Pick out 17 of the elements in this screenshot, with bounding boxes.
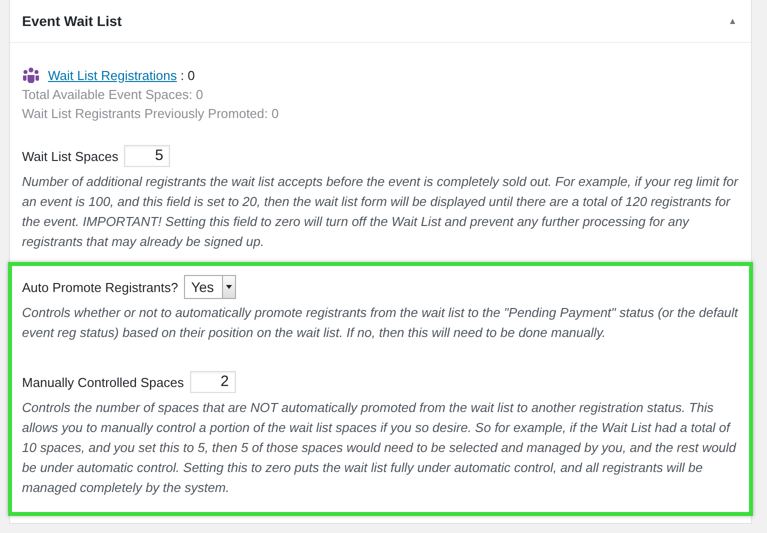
number-field[interactable]: 2: [190, 371, 236, 393]
field-description: Controls the number of spaces that are NOT automatically promoted from the wait list to another registration status. This allows you to manually control a portion of the wait list spaces if you so desire. So for example, if the Wait List had a total of 10 spaces, and you set this to 5, then 5 of those spaces would need to be selected and managed by you, and the rest would be under automatic control. Setting this to zero puts the wait list fully under automatic control, and all registrants will be managed completely by the system.: [22, 399, 738, 497]
field-label: Auto Promote Registrants?: [22, 280, 178, 294]
stat-text: Wait List Registrants Previously Promoted: 0: [22, 105, 280, 123]
registrations-link[interactable]: Wait List Registrations: [48, 68, 177, 82]
field-label: Wait List Spaces: [22, 148, 118, 164]
field-description: Controls whether or not to automatically promote registrants from the wait list to the "Pending Payment" status (or the default event reg status) based on their position on the wait list. If no, then this will need to be done manually.: [22, 304, 739, 342]
panel-title: Event Wait List: [22, 13, 122, 29]
field-description: Number of additional registrants the wait list accepts before the event is completely sold out. For example, if your reg limit for an event is 100, and this field is set to 20, then the wait list form will be displayed until there are a total of 120 registrants for the event. IMPORTANT! Setting this field to zero will turn off the Wait List and prevent any further processing for any registrants that may already be signed up.: [22, 173, 739, 251]
people-icon: [22, 67, 40, 83]
registrations-count: : 0: [179, 68, 195, 82]
field-label: Manually Controlled Spaces: [22, 374, 184, 390]
number-field[interactable]: 5: [124, 145, 170, 167]
select-dropdown[interactable]: Yes: [184, 275, 236, 299]
collapse-toggle[interactable]: ▲: [728, 16, 737, 26]
stat-text: Total Available Event Spaces: 0: [22, 86, 204, 104]
caret-icon: [226, 285, 232, 289]
